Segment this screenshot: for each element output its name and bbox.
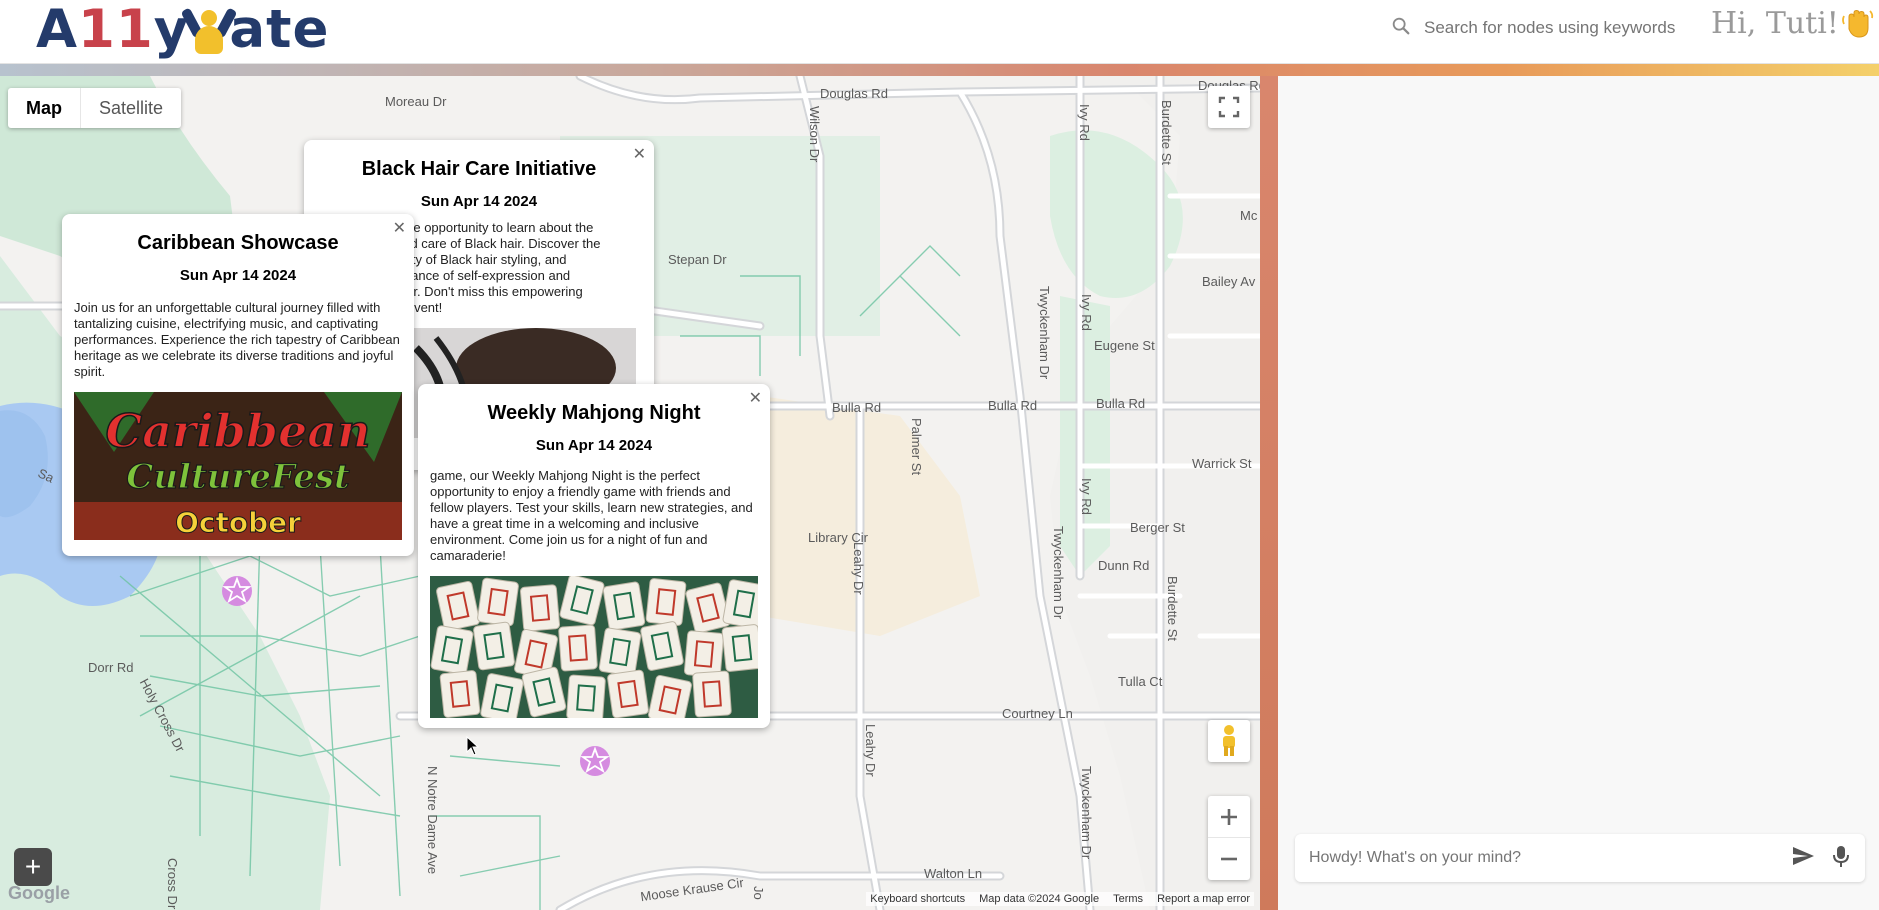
road-label: Douglas Rd	[820, 86, 888, 101]
popup-title: Caribbean Showcase	[137, 232, 339, 254]
road-label: Cross Dr	[165, 858, 180, 910]
chat-bar	[1295, 834, 1865, 882]
road-label: Ivy Rd	[1079, 478, 1094, 515]
zoom-control	[1208, 796, 1250, 880]
close-icon[interactable]: ✕	[633, 144, 646, 164]
road-label: Berger St	[1130, 520, 1185, 535]
image-title-culturefest: CultureFest	[126, 457, 350, 497]
zoom-out-button[interactable]	[1208, 838, 1250, 880]
popup-title: Weekly Mahjong Night	[487, 402, 701, 424]
header-gradient-bar	[0, 64, 1879, 76]
road-label: Stepan Dr	[668, 252, 727, 267]
logo-rest: ate	[229, 0, 330, 60]
road-label: Burdette St	[1159, 100, 1174, 166]
street-view-pegman[interactable]	[1208, 720, 1250, 762]
road-label: Twyckenham Dr	[1051, 526, 1066, 620]
fullscreen-icon	[1218, 96, 1240, 118]
popup-date: Sun Apr 14 2024	[535, 437, 653, 454]
road-label: Dunn Rd	[1098, 558, 1150, 573]
send-icon	[1793, 846, 1814, 865]
logo-person-icon	[180, 4, 238, 56]
road-label: Tulla Ct	[1118, 674, 1163, 689]
close-icon[interactable]: ✕	[393, 218, 406, 238]
popup-caribbean-showcase: ✕ Caribbean Showcase Sun Apr 14 2024 Joi…	[62, 214, 414, 556]
road-label: Courtney Ln	[1002, 706, 1073, 721]
road-label: Bulla Rd	[1096, 396, 1146, 411]
popup-description: game, our Weekly Mahjong Night is the pe…	[430, 468, 753, 563]
map-footer: Keyboard shortcuts Map data ©2024 Google…	[866, 892, 1254, 906]
road-label: Bulla Rd	[988, 398, 1038, 413]
road-label: Bailey Av	[1202, 274, 1256, 289]
greeting-text: Hi, Tuti!	[1711, 6, 1839, 41]
app-logo[interactable]: A 11 y ate	[36, 0, 329, 56]
map-view[interactable]: Map Satellite Moreau Dr Douglas Rd Dougl…	[0, 76, 1260, 910]
road-label: Walton Ln	[924, 866, 983, 881]
road-label: Palmer St	[909, 418, 924, 476]
search-input[interactable]	[1422, 17, 1682, 39]
road-label: Warrick St	[1192, 456, 1252, 471]
road-label: Burdette St	[1165, 576, 1180, 642]
popup-image: Caribbean CultureFest October	[74, 392, 402, 540]
user-greeting: Hi, Tuti!	[1711, 6, 1875, 41]
mic-button[interactable]	[1831, 844, 1851, 873]
map-type-satellite[interactable]: Satellite	[81, 88, 181, 128]
wave-emoji-icon	[1841, 7, 1875, 41]
image-month: October	[175, 506, 301, 539]
search-bar[interactable]	[1390, 14, 1690, 42]
event-marker[interactable]	[580, 746, 610, 776]
event-marker[interactable]	[222, 576, 252, 606]
road-label: Leahy Dr	[863, 724, 878, 777]
road-label: N Notre Dame Ave	[425, 766, 440, 875]
star-marker-icon	[222, 576, 252, 604]
close-icon[interactable]: ✕	[749, 388, 762, 408]
top-header: A11yate Hi, Tuti!	[0, 0, 1879, 64]
search-icon	[1390, 15, 1412, 42]
popup-weekly-mahjong: ✕ Weekly Mahjong Night Sun Apr 14 2024 g…	[418, 384, 770, 728]
road-label: Jo	[751, 886, 766, 900]
popup-date: Sun Apr 14 2024	[420, 193, 538, 210]
chat-panel	[1278, 76, 1879, 910]
road-label: Eugene St	[1094, 338, 1155, 353]
star-marker-icon	[580, 746, 610, 774]
add-node-button[interactable]: +	[14, 848, 52, 886]
popup-image	[430, 576, 758, 718]
map-data-text: Map data ©2024 Google	[979, 893, 1100, 905]
report-error-link[interactable]: Report a map error	[1157, 893, 1250, 905]
road-label: Dorr Rd	[88, 660, 134, 675]
zoom-out-icon	[1221, 857, 1237, 861]
send-button[interactable]	[1791, 844, 1815, 873]
terms-link[interactable]: Terms	[1113, 893, 1143, 905]
map-type-control: Map Satellite	[8, 88, 182, 128]
fullscreen-button[interactable]	[1208, 86, 1250, 128]
panel-edge	[1260, 76, 1278, 910]
road-label: Mc	[1240, 208, 1258, 223]
road-label: Ivy Rd	[1079, 294, 1094, 331]
road-label: Bulla Rd	[832, 400, 882, 415]
logo-letter-a: A	[36, 0, 79, 60]
chat-input[interactable]	[1307, 848, 1767, 868]
road-label: Leahy Dr	[851, 542, 866, 595]
popup-date: Sun Apr 14 2024	[179, 267, 297, 284]
mic-icon	[1833, 845, 1849, 867]
keyboard-shortcuts-link[interactable]: Keyboard shortcuts	[870, 893, 965, 905]
map-type-map[interactable]: Map	[8, 88, 81, 128]
google-logo: Google	[8, 883, 70, 903]
road-label: Twyckenham Dr	[1079, 766, 1094, 860]
road-label: Ivy Rd	[1077, 104, 1092, 141]
road-label: Wilson Dr	[807, 106, 822, 163]
popup-title: Black Hair Care Initiative	[361, 158, 597, 180]
road-label: Twyckenham Dr	[1037, 286, 1052, 380]
image-title-caribbean: Caribbean	[106, 404, 371, 458]
mouse-cursor-icon	[466, 736, 480, 756]
popup-description: Join us for an unforgettable cultural jo…	[74, 300, 400, 379]
pegman-icon	[1223, 725, 1235, 756]
logo-ones: 11	[78, 0, 154, 60]
zoom-in-icon	[1221, 808, 1237, 825]
road-label: Moreau Dr	[385, 94, 447, 109]
zoom-in-button[interactable]	[1208, 796, 1250, 838]
